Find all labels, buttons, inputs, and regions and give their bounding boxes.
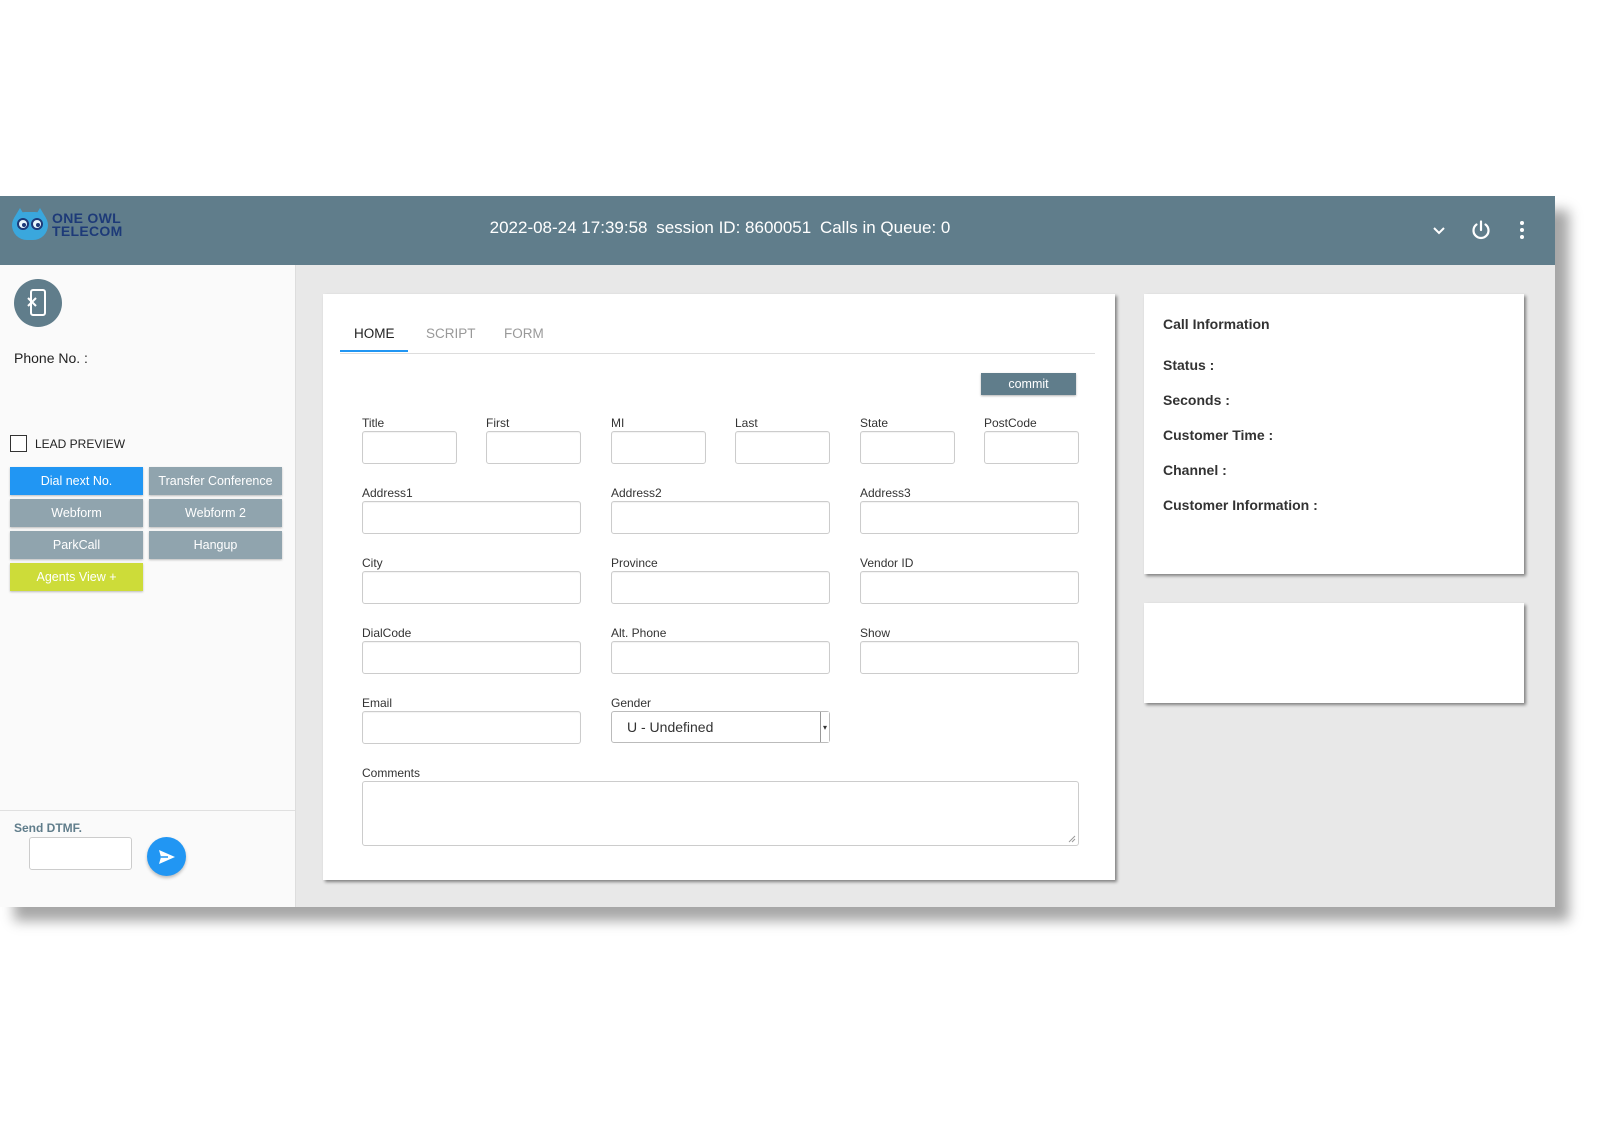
- title-field[interactable]: [362, 431, 457, 464]
- transfer-conference-button[interactable]: Transfer Conference: [149, 467, 282, 495]
- city-label: City: [362, 556, 383, 570]
- dialcode-field[interactable]: [362, 641, 581, 674]
- gender-select[interactable]: U - Undefined ▾: [611, 711, 830, 743]
- address2-field[interactable]: [611, 501, 830, 534]
- commit-button[interactable]: commit: [981, 373, 1076, 395]
- send-icon[interactable]: [147, 837, 186, 876]
- webform-button[interactable]: Webform: [10, 499, 143, 527]
- mi-label: MI: [611, 416, 625, 430]
- alt-phone-label: Alt. Phone: [611, 626, 667, 640]
- email-label: Email: [362, 696, 393, 710]
- dropdown-arrow-icon[interactable]: ▾: [820, 712, 829, 742]
- power-icon[interactable]: [1467, 216, 1495, 244]
- tab-script[interactable]: SCRIPT: [426, 326, 476, 341]
- address2-label: Address2: [611, 486, 662, 500]
- title-label: Title: [362, 416, 385, 430]
- more-vert-icon[interactable]: [1508, 216, 1536, 244]
- postcode-label: PostCode: [984, 416, 1037, 430]
- dial-next-button[interactable]: Dial next No.: [10, 467, 143, 495]
- address3-field[interactable]: [860, 501, 1079, 534]
- postcode-field[interactable]: [984, 431, 1079, 464]
- call-information-title: Call Information: [1163, 316, 1270, 332]
- first-field[interactable]: [486, 431, 581, 464]
- gender-selected-value: U - Undefined: [627, 719, 714, 735]
- send-dtmf-label: Send DTMF.: [14, 821, 82, 835]
- customer-information-label: Customer Information :: [1163, 497, 1318, 513]
- tab-home[interactable]: HOME: [354, 326, 395, 341]
- top-bar: ONE OWL TELECOM 2022-08-24 17:39:58 sess…: [0, 196, 1555, 265]
- active-tab-indicator: [340, 350, 408, 352]
- agent-app: ONE OWL TELECOM 2022-08-24 17:39:58 sess…: [0, 196, 1555, 907]
- dtmf-input[interactable]: [29, 837, 132, 870]
- show-label: Show: [860, 626, 891, 640]
- webform-2-button[interactable]: Webform 2: [149, 499, 282, 527]
- session-info: 2022-08-24 17:39:58 session ID: 8600051 …: [0, 218, 1440, 238]
- left-panel: Phone No. : LEAD PREVIEW Dial next No. T…: [0, 265, 296, 907]
- chevron-down-icon[interactable]: [1425, 216, 1453, 244]
- vendor-id-label: Vendor ID: [860, 556, 914, 570]
- calls-in-queue: Calls in Queue: 0: [819, 218, 951, 237]
- state-label: State: [860, 416, 889, 430]
- alt-phone-field[interactable]: [611, 641, 830, 674]
- lead-form-card: HOME SCRIPT FORM commit Title First MI L…: [323, 294, 1115, 880]
- comments-textarea[interactable]: [362, 781, 1079, 846]
- checkbox-icon[interactable]: [10, 435, 27, 452]
- lead-preview-label: LEAD PREVIEW: [35, 436, 126, 451]
- hangup-button[interactable]: Hangup: [149, 531, 282, 559]
- secondary-info-card: [1144, 603, 1524, 703]
- address3-label: Address3: [860, 486, 911, 500]
- divider: [0, 810, 295, 811]
- session-id: session ID: 8600051: [656, 218, 812, 237]
- comments-label: Comments: [362, 766, 421, 780]
- province-label: Province: [611, 556, 658, 570]
- phone-number-label: Phone No. :: [14, 350, 88, 366]
- agents-view-button[interactable]: Agents View +: [10, 563, 143, 591]
- tab-form[interactable]: FORM: [504, 326, 544, 341]
- city-field[interactable]: [362, 571, 581, 604]
- session-datetime: 2022-08-24 17:39:58: [489, 218, 648, 237]
- address1-label: Address1: [362, 486, 413, 500]
- phone-off-icon[interactable]: [14, 279, 62, 327]
- resize-grip-icon[interactable]: [1068, 835, 1076, 843]
- gender-label: Gender: [611, 696, 652, 710]
- address1-field[interactable]: [362, 501, 581, 534]
- vendor-id-field[interactable]: [860, 571, 1079, 604]
- first-label: First: [486, 416, 510, 430]
- province-field[interactable]: [611, 571, 830, 604]
- last-field[interactable]: [735, 431, 830, 464]
- customer-time-label: Customer Time :: [1163, 427, 1274, 443]
- call-information-card: Call Information Status : Seconds : Cust…: [1144, 294, 1524, 574]
- state-field[interactable]: [860, 431, 955, 464]
- lead-preview-checkbox[interactable]: LEAD PREVIEW: [10, 435, 125, 452]
- mi-field[interactable]: [611, 431, 706, 464]
- last-label: Last: [735, 416, 758, 430]
- tab-bar: HOME SCRIPT FORM: [340, 318, 1095, 354]
- channel-label: Channel :: [1163, 462, 1227, 478]
- seconds-label: Seconds :: [1163, 392, 1230, 408]
- status-label: Status :: [1163, 357, 1215, 373]
- parkcall-button[interactable]: ParkCall: [10, 531, 143, 559]
- dialcode-label: DialCode: [362, 626, 412, 640]
- show-field[interactable]: [860, 641, 1079, 674]
- email-field[interactable]: [362, 711, 581, 744]
